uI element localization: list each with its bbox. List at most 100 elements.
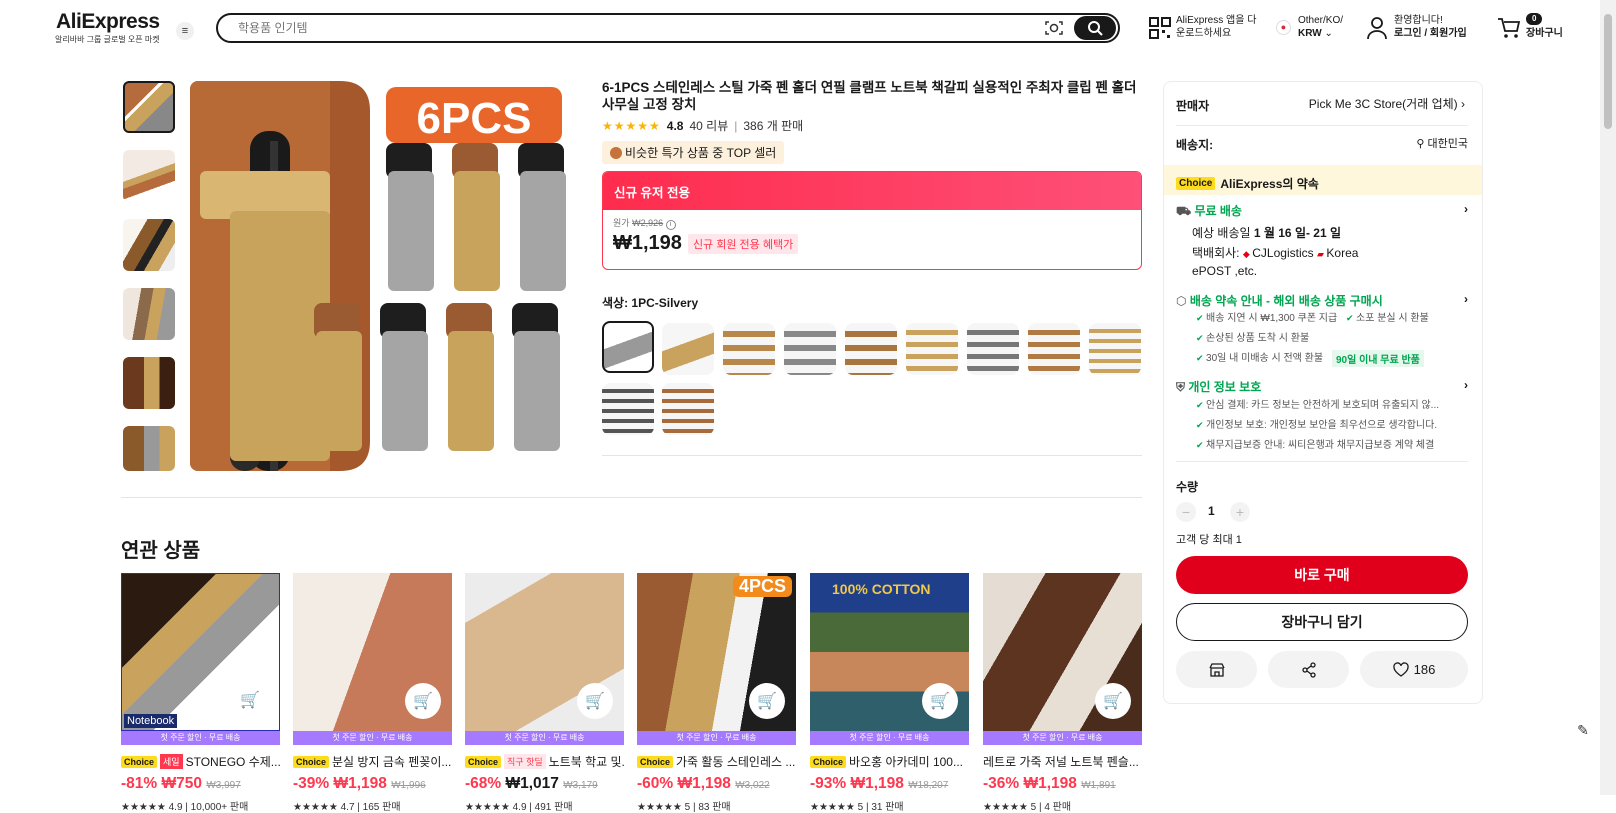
quantity-decrease-button[interactable]: − — [1176, 502, 1196, 522]
original-price: ₩3,022 — [735, 780, 770, 791]
thumbnail-4[interactable] — [123, 288, 175, 340]
thumbnail-1[interactable] — [123, 81, 175, 133]
product-name-row: 레트로 가죽 저널 노트북 펜슬... — [983, 753, 1142, 770]
choice-badge: Choice — [810, 755, 847, 768]
search-input[interactable] — [238, 15, 1018, 41]
chevron-right-icon: › — [1464, 378, 1468, 392]
variant-10[interactable] — [602, 383, 654, 435]
main-product-image[interactable]: 6PCS — [190, 81, 578, 471]
menu-icon[interactable]: ≡ — [176, 22, 194, 40]
add-to-cart-icon[interactable]: 🛒 — [577, 683, 613, 719]
heart-icon — [1392, 661, 1409, 677]
seller-label: 판매자 — [1176, 99, 1210, 113]
related-product-card[interactable]: 🛒 첫 주문 할인 · 무료 배송 레트로 가죽 저널 노트북 펜슬... -3… — [983, 573, 1142, 813]
scrollbar[interactable] — [1600, 0, 1616, 795]
delivery-guide-row[interactable]: ⬡ 배송 약속 안내 - 해외 배송 상품 구매시 › — [1176, 292, 1468, 309]
search-button[interactable] — [1074, 16, 1116, 40]
rating-row: ★★★★★ 4.8 40 리뷰 | 386 개 판매 — [602, 117, 803, 134]
product-name: 분실 방지 금속 펜꽂이... — [332, 755, 452, 769]
sold: 83 판매 — [698, 802, 731, 813]
choice-badge: Choice — [465, 755, 502, 768]
image-badge-6pcs: 6PCS — [417, 94, 532, 143]
variant-1[interactable] — [602, 321, 654, 373]
color-label: 색상: 1PC-Silvery — [602, 296, 699, 310]
original-price: ₩1,996 — [391, 780, 426, 791]
variant-8[interactable] — [1028, 323, 1080, 375]
carrier-label: 택배회사: — [1192, 246, 1240, 260]
variant-9[interactable] — [1089, 323, 1141, 375]
scrollbar-thumb[interactable] — [1604, 14, 1612, 129]
privacy-row[interactable]: ⛨ 개인 정보 보호 › — [1176, 378, 1468, 395]
edit-icon[interactable]: ✎ — [1572, 722, 1594, 744]
variant-6[interactable] — [906, 323, 958, 375]
related-product-card[interactable]: 🛒 첫 주문 할인 · 무료 배송 Choice 분실 방지 금속 펜꽂이... … — [293, 573, 452, 813]
product-banner: 첫 주문 할인 · 무료 배송 — [293, 731, 452, 745]
add-to-cart-icon[interactable]: 🛒 — [405, 683, 441, 719]
choice-badge: Choice — [1176, 177, 1216, 190]
cart-label[interactable]: 장바구니 — [1526, 27, 1563, 40]
ship-to-selector[interactable]: ⚲ 대한민국 — [1416, 135, 1468, 151]
add-to-cart-icon[interactable]: 🛒 — [749, 683, 785, 719]
free-shipping-row[interactable]: ⛟ 무료 배송 › — [1176, 202, 1468, 220]
add-to-cart-button[interactable]: 장바구니 담기 — [1176, 603, 1468, 641]
sold: 10,000+ 판매 — [190, 802, 249, 813]
logo-subtitle: 알리바바 그룹 글로벌 오픈 마켓 — [55, 35, 160, 44]
thumbnail-6[interactable] — [123, 426, 175, 471]
quantity-increase-button[interactable]: + — [1230, 502, 1250, 522]
related-product-card[interactable]: Notebook 🛒 첫 주문 할인 · 무료 배송 Choice 세일 STONE… — [121, 573, 280, 813]
check-item: 개인정보 보호: 개인정보 보안을 최우선으로 생각합니다. — [1196, 418, 1437, 433]
thumbnail-2[interactable] — [123, 150, 175, 202]
variant-7[interactable] — [967, 323, 1019, 375]
image-search-icon[interactable] — [1044, 19, 1064, 37]
variant-3[interactable] — [723, 323, 775, 375]
quantity-value[interactable]: 1 — [1208, 504, 1215, 518]
thumbnail-5[interactable] — [123, 357, 175, 409]
account-menu[interactable]: 환영합니다! 로그인 / 회원가입 — [1394, 14, 1467, 40]
review-count[interactable]: 40 리뷰 — [689, 117, 728, 134]
related-product-card[interactable]: 🛒 첫 주문 할인 · 무료 배송 Choice 직구 핫딜 노트북 학교 및...… — [465, 573, 624, 813]
rating: 4.9 — [512, 802, 527, 813]
product-price: -36% ₩1,198 ₩1,891 — [983, 775, 1142, 793]
variant-11[interactable] — [662, 383, 714, 435]
login-link[interactable]: 로그인 / 회원가입 — [1394, 28, 1467, 39]
add-to-cart-icon[interactable]: 🛒 — [232, 682, 268, 718]
add-to-cart-icon[interactable]: 🛒 — [922, 683, 958, 719]
variant-2[interactable] — [662, 323, 714, 375]
variant-5[interactable] — [845, 323, 897, 375]
seller-link[interactable]: Pick Me 3C Store(거래 업체) › — [1309, 95, 1465, 112]
related-product-card[interactable]: 4PCS 🛒 첫 주문 할인 · 무료 배송 Choice 가죽 활동 스테인레스… — [637, 573, 796, 813]
add-to-cart-icon[interactable]: 🛒 — [1095, 683, 1131, 719]
top-seller-text: 비슷한 특가 상품 중 TOP 셀러 — [625, 146, 777, 160]
price-box: 신규 유저 전용 원가 ₩2,926 i ₩1,198 신규 회원 전용 혜택가 — [602, 171, 1142, 270]
aliexpress-logo[interactable]: AliExpress — [56, 10, 160, 34]
cart-count-badge: 0 — [1526, 13, 1543, 25]
store-button[interactable] — [1176, 651, 1257, 688]
guide-text: 배송 약속 안내 - 해외 배송 상품 구매시 — [1189, 294, 1383, 308]
region-selector[interactable]: Other/KO/ KRW ⌄ — [1298, 14, 1343, 40]
share-button[interactable] — [1268, 651, 1349, 688]
info-icon[interactable]: i — [665, 220, 676, 230]
korea-flag-icon: ● — [1276, 20, 1291, 35]
thumbnail-3[interactable] — [123, 219, 175, 271]
cart-icon[interactable] — [1497, 17, 1521, 39]
buy-now-button[interactable]: 바로 구매 — [1176, 556, 1468, 594]
image-overlay-text: 4PCS — [732, 576, 792, 597]
product-name-row: Choice 분실 방지 금속 펜꽂이... — [293, 753, 452, 770]
app-download-link[interactable]: AliExpress 앱을 다운로드하세요 — [1176, 14, 1262, 40]
stars-icon: ★★★★★ — [121, 802, 166, 813]
location-pin-icon: ⚲ — [1416, 138, 1428, 150]
price: ₩1,198 — [1023, 775, 1077, 792]
product-name-row: Choice 직구 핫딜 노트북 학교 및... — [465, 753, 624, 770]
chevron-right-icon: › — [1464, 202, 1468, 216]
related-product-card[interactable]: 100% COTTON 🛒 첫 주문 할인 · 무료 배송 Choice 바오홍 … — [810, 573, 969, 813]
wishlist-button[interactable]: 186 — [1360, 651, 1468, 688]
divider — [1176, 125, 1468, 126]
cj-logo-icon: ◆ — [1242, 249, 1253, 259]
product-name-row: Choice 가죽 활동 스테인레스 ... — [637, 753, 796, 770]
price-header: 신규 유저 전용 — [603, 172, 1141, 210]
qr-code-icon[interactable] — [1149, 17, 1171, 39]
divider — [1176, 461, 1468, 462]
check-item: 채무지급보증 안내: 씨티은행과 채무지급보증 계약 체결 — [1196, 438, 1434, 453]
variant-4[interactable] — [784, 323, 836, 375]
user-icon[interactable] — [1366, 16, 1388, 40]
